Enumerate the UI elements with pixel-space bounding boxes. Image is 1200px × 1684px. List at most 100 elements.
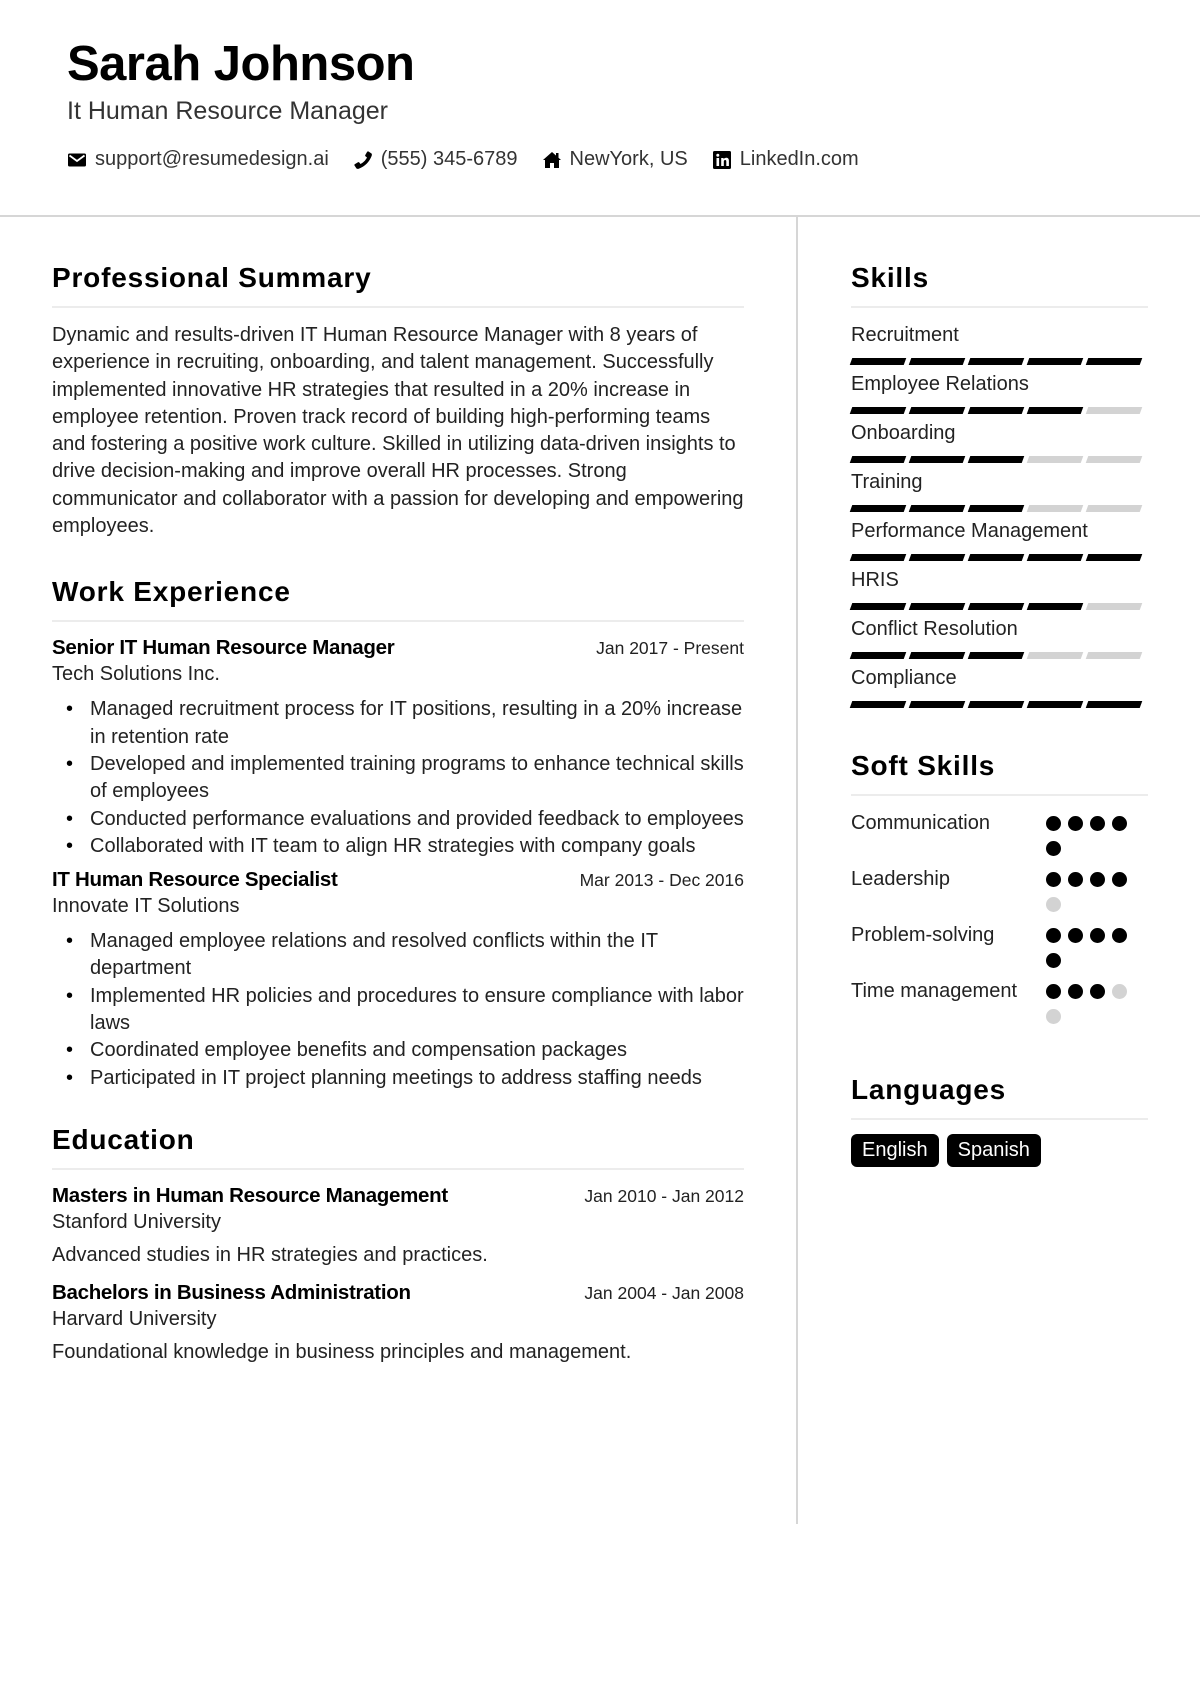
language-badge: English <box>851 1134 939 1167</box>
skill-segment-empty <box>1085 505 1143 512</box>
job-bullets: Managed recruitment process for IT posit… <box>52 696 744 860</box>
job-title: IT Human Resource Specialist <box>52 868 338 892</box>
skill-segment-filled <box>849 407 907 414</box>
skill-segment-filled <box>967 456 1025 463</box>
section-title-skills: Skills <box>851 262 1148 308</box>
skill-segment-filled <box>849 456 907 463</box>
language-badge: Spanish <box>946 1134 1041 1167</box>
soft-skill-item: Communication <box>851 810 1148 866</box>
section-title-education: Education <box>52 1124 744 1170</box>
soft-skill-item: Leadership <box>851 866 1148 922</box>
soft-skill-name: Leadership <box>851 868 950 890</box>
soft-skill-name: Problem-solving <box>851 924 995 946</box>
job-entry: IT Human Resource Specialist Mar 2013 - D… <box>52 868 744 1092</box>
experience-section: Work Experience Senior IT Human Resource… <box>52 576 744 1092</box>
soft-skill-list: Communication Leadership Problem-solving Ti… <box>851 810 1148 1034</box>
skill-segment-filled <box>967 407 1025 414</box>
rating-dot-filled <box>1090 872 1105 887</box>
job-header: IT Human Resource Specialist Mar 2013 - D… <box>52 868 744 892</box>
contact-linkedin[interactable]: LinkedIn.com <box>712 148 859 171</box>
job-bullet: Managed employee relations and resolved … <box>52 928 744 983</box>
skill-segment-empty <box>1085 407 1143 414</box>
skill-item: HRIS <box>849 567 1148 610</box>
job-bullets: Managed employee relations and resolved … <box>52 928 744 1092</box>
skill-item: Onboarding <box>849 420 1148 463</box>
contact-email-text: support@resumedesign.ai <box>95 148 329 170</box>
language-list: English Spanish <box>851 1134 1148 1167</box>
education-header: Bachelors in Business Administration Jan … <box>52 1281 744 1305</box>
contact-bar: support@resumedesign.ai (555) 345-6789 N… <box>67 148 883 171</box>
skill-level-bar <box>849 456 1148 463</box>
soft-skill-rating <box>1046 866 1141 922</box>
skill-segment-empty <box>1026 456 1084 463</box>
job-bullet: Implemented HR policies and procedures t… <box>52 983 744 1038</box>
skill-level-bar <box>849 652 1148 659</box>
rating-dot-filled <box>1090 928 1105 943</box>
skill-name: Compliance <box>851 667 957 689</box>
skill-segment-filled <box>908 505 966 512</box>
skill-segment-filled <box>967 603 1025 610</box>
education-entry: Masters in Human Resource Management Jan … <box>52 1184 744 1267</box>
skill-segment-empty <box>1026 652 1084 659</box>
soft-skill-item: Problem-solving <box>851 922 1148 978</box>
degree-title: Bachelors in Business Administration <box>52 1280 411 1304</box>
education-description: Advanced studies in HR strategies and pr… <box>52 1243 488 1266</box>
skill-segment-filled <box>967 652 1025 659</box>
soft-skills-section: Soft Skills Communication Leadership Probl… <box>851 750 1148 1034</box>
candidate-role: It Human Resource Manager <box>67 97 388 125</box>
skill-segment-filled <box>908 652 966 659</box>
skill-segment-filled <box>849 701 907 708</box>
skill-segment-filled <box>1026 603 1084 610</box>
skill-segment-filled <box>908 701 966 708</box>
skill-segment-filled <box>1026 358 1084 365</box>
skill-segment-filled <box>908 603 966 610</box>
skill-level-bar <box>849 701 1148 708</box>
rating-dot-filled <box>1046 841 1061 856</box>
education-entry: Bachelors in Business Administration Jan … <box>52 1281 744 1364</box>
education-header: Masters in Human Resource Management Jan … <box>52 1184 744 1208</box>
skill-name: Recruitment <box>851 324 959 346</box>
contact-phone[interactable]: (555) 345-6789 <box>353 148 518 171</box>
job-list: Senior IT Human Resource Manager Jan 2017… <box>52 636 744 1092</box>
skill-name: HRIS <box>851 569 899 591</box>
column-divider <box>796 217 798 1524</box>
rating-dot-filled <box>1068 816 1083 831</box>
skill-segment-filled <box>967 358 1025 365</box>
contact-location-text: NewYork, US <box>569 148 688 170</box>
rating-dot-filled <box>1046 872 1061 887</box>
skill-level-bar <box>849 554 1148 561</box>
skill-segment-filled <box>1085 358 1143 365</box>
soft-skill-item: Time management <box>851 978 1148 1034</box>
rating-dot-empty <box>1046 1009 1061 1024</box>
section-title-experience: Work Experience <box>52 576 744 623</box>
skill-segment-empty <box>1085 652 1143 659</box>
skill-level-bar <box>849 603 1148 610</box>
summary-section: Professional Summary Dynamic and results… <box>52 262 744 540</box>
skill-list: Recruitment Employee Relations Onboarding T… <box>849 322 1148 708</box>
contact-email[interactable]: support@resumedesign.ai <box>67 148 329 171</box>
skill-item: Training <box>849 469 1148 512</box>
phone-icon <box>354 150 372 169</box>
skill-item: Compliance <box>849 665 1148 708</box>
section-title-summary: Professional Summary <box>52 262 744 308</box>
skill-item: Performance Management <box>849 518 1148 561</box>
job-dates: Mar 2013 - Dec 2016 <box>579 870 744 891</box>
section-title-languages: Languages <box>851 1074 1148 1120</box>
skill-segment-filled <box>908 456 966 463</box>
soft-skill-name: Communication <box>851 812 990 834</box>
skill-segment-filled <box>1085 701 1143 708</box>
rating-dot-filled <box>1046 816 1061 831</box>
skill-segment-filled <box>908 358 966 365</box>
rating-dot-filled <box>1068 928 1083 943</box>
rating-dot-filled <box>1112 816 1127 831</box>
skill-segment-filled <box>967 554 1025 561</box>
contact-phone-text: (555) 345-6789 <box>380 148 518 170</box>
education-section: Education Masters in Human Resource Mana… <box>52 1124 744 1364</box>
skill-name: Performance Management <box>851 520 1088 542</box>
degree-title: Masters in Human Resource Management <box>52 1183 448 1207</box>
contact-location[interactable]: NewYork, US <box>542 148 688 171</box>
skill-segment-filled <box>908 407 966 414</box>
job-title: Senior IT Human Resource Manager <box>52 636 395 660</box>
rating-dot-filled <box>1090 984 1105 999</box>
skill-segment-filled <box>1026 701 1084 708</box>
